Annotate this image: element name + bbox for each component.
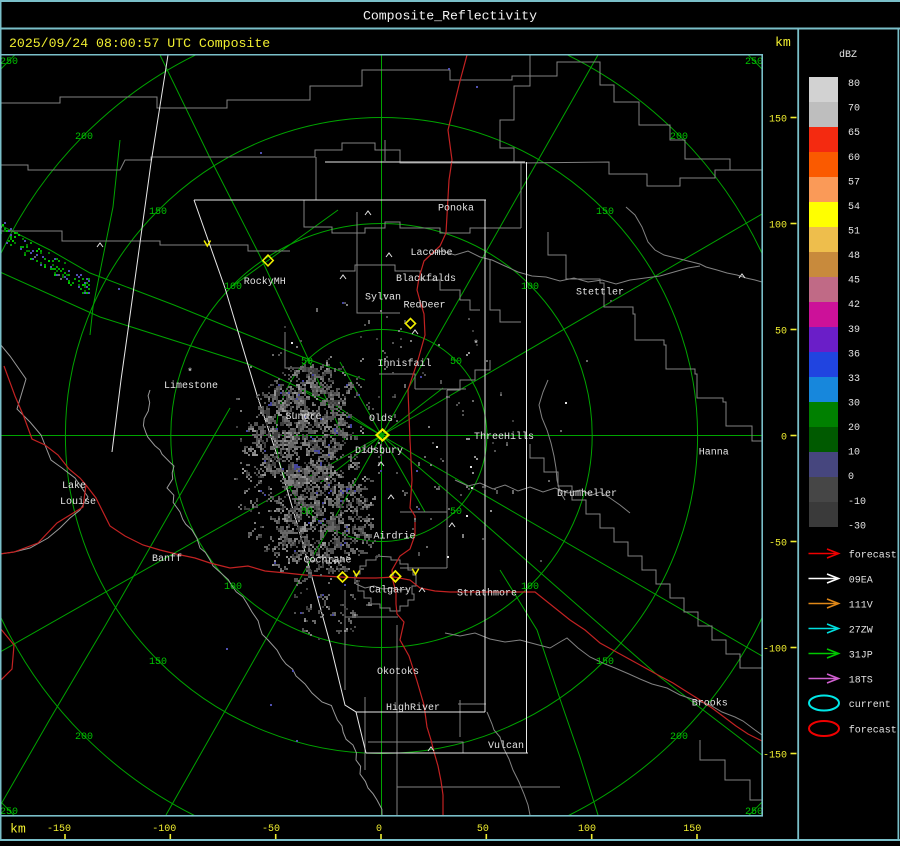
svg-text:Olds: Olds <box>369 413 393 425</box>
svg-text:2025/09/24 08:00:57 UTC Compos: 2025/09/24 08:00:57 UTC Composite <box>9 36 270 51</box>
svg-text:100: 100 <box>521 582 539 593</box>
svg-text:42: 42 <box>848 300 860 311</box>
svg-text:Lacombe: Lacombe <box>411 247 453 259</box>
svg-text:80: 80 <box>848 79 860 90</box>
svg-text:HighRiver: HighRiver <box>386 702 440 714</box>
svg-text:0: 0 <box>376 824 382 835</box>
svg-text:54: 54 <box>848 202 860 213</box>
svg-text:current: current <box>849 700 891 711</box>
svg-text:111V: 111V <box>849 601 873 612</box>
svg-text:36: 36 <box>848 349 860 360</box>
svg-text:100: 100 <box>769 221 787 232</box>
svg-text:-10: -10 <box>848 497 866 508</box>
svg-text:0: 0 <box>781 433 787 444</box>
svg-text:Okotoks: Okotoks <box>377 666 419 678</box>
svg-text:forecast: forecast <box>849 725 897 737</box>
svg-text:150: 150 <box>683 824 701 835</box>
svg-text:Banff: Banff <box>152 553 182 565</box>
svg-text:200: 200 <box>75 132 93 143</box>
svg-text:dBZ: dBZ <box>839 49 857 61</box>
svg-text:200: 200 <box>75 732 93 743</box>
svg-text:Didsbury: Didsbury <box>355 445 403 457</box>
svg-text:Brooks: Brooks <box>692 698 728 710</box>
svg-text:-150: -150 <box>763 751 787 762</box>
svg-text:Louise: Louise <box>60 496 96 508</box>
svg-text:Strathmore: Strathmore <box>457 588 517 600</box>
svg-text:150: 150 <box>596 207 614 218</box>
svg-text:Hanna: Hanna <box>699 448 729 459</box>
svg-text:RedDeer: RedDeer <box>404 300 446 312</box>
svg-text:Cochrane: Cochrane <box>304 555 352 567</box>
svg-text:51: 51 <box>848 227 860 238</box>
svg-text:50: 50 <box>450 357 462 368</box>
svg-text:150: 150 <box>596 657 614 668</box>
svg-text:km: km <box>10 822 26 837</box>
svg-text:Blackfalds: Blackfalds <box>396 273 456 285</box>
svg-text:30: 30 <box>848 399 860 410</box>
svg-text:Stettler: Stettler <box>576 287 624 299</box>
svg-text:Limestone: Limestone <box>164 380 218 392</box>
svg-text:57: 57 <box>848 177 860 188</box>
svg-text:0: 0 <box>848 472 854 483</box>
svg-text:-150: -150 <box>47 824 71 835</box>
svg-text:*: * <box>187 367 193 379</box>
svg-text:Innisfail: Innisfail <box>378 358 432 370</box>
svg-text:-50: -50 <box>769 539 787 550</box>
svg-text:31JP: 31JP <box>849 651 873 662</box>
svg-text:50: 50 <box>301 357 313 368</box>
svg-text:Composite_Reflectivity: Composite_Reflectivity <box>363 9 537 24</box>
svg-text:100: 100 <box>578 824 596 835</box>
svg-text:250: 250 <box>0 57 18 68</box>
svg-text:33: 33 <box>848 374 860 385</box>
svg-text:Drumheller: Drumheller <box>557 488 617 500</box>
svg-text:18TS: 18TS <box>849 676 873 687</box>
svg-text:-100: -100 <box>152 824 176 835</box>
svg-text:Ponoka: Ponoka <box>438 203 474 215</box>
svg-text:48: 48 <box>848 251 860 262</box>
svg-text:100: 100 <box>224 282 242 293</box>
svg-text:10: 10 <box>848 448 860 459</box>
svg-text:forecast: forecast <box>849 550 897 562</box>
svg-text:-100: -100 <box>763 645 787 656</box>
svg-text:Lake: Lake <box>62 480 86 492</box>
svg-text:250: 250 <box>745 57 763 68</box>
svg-text:45: 45 <box>848 276 860 287</box>
svg-text:km: km <box>775 35 791 50</box>
svg-text:*: * <box>473 339 479 351</box>
svg-text:-30: -30 <box>848 521 866 532</box>
svg-text:50: 50 <box>775 327 787 338</box>
svg-text:39: 39 <box>848 325 860 336</box>
svg-text:70: 70 <box>848 104 860 115</box>
svg-text:100: 100 <box>224 582 242 593</box>
svg-text:Airdrie: Airdrie <box>374 531 416 543</box>
svg-text:RockyMH: RockyMH <box>244 276 286 288</box>
svg-text:150: 150 <box>769 115 787 126</box>
svg-text:50: 50 <box>450 507 462 518</box>
svg-text:-50: -50 <box>262 824 280 835</box>
svg-text:ThreeHills: ThreeHills <box>474 431 534 443</box>
svg-text:65: 65 <box>848 128 860 139</box>
svg-text:100: 100 <box>521 282 539 293</box>
svg-text:Sylvan: Sylvan <box>365 292 401 304</box>
svg-text:Vulcan: Vulcan <box>488 740 524 752</box>
svg-text:150: 150 <box>149 207 167 218</box>
svg-text:60: 60 <box>848 153 860 164</box>
svg-text:20: 20 <box>848 423 860 434</box>
svg-text:Sundre: Sundre <box>286 411 322 423</box>
svg-text:50: 50 <box>301 507 313 518</box>
svg-text:09EA: 09EA <box>849 576 873 587</box>
svg-text:27ZW: 27ZW <box>849 626 873 637</box>
svg-text:150: 150 <box>149 657 167 668</box>
svg-text:Calgary: Calgary <box>369 585 411 597</box>
svg-text:200: 200 <box>670 132 688 143</box>
svg-text:50: 50 <box>477 824 489 835</box>
svg-text:200: 200 <box>670 732 688 743</box>
